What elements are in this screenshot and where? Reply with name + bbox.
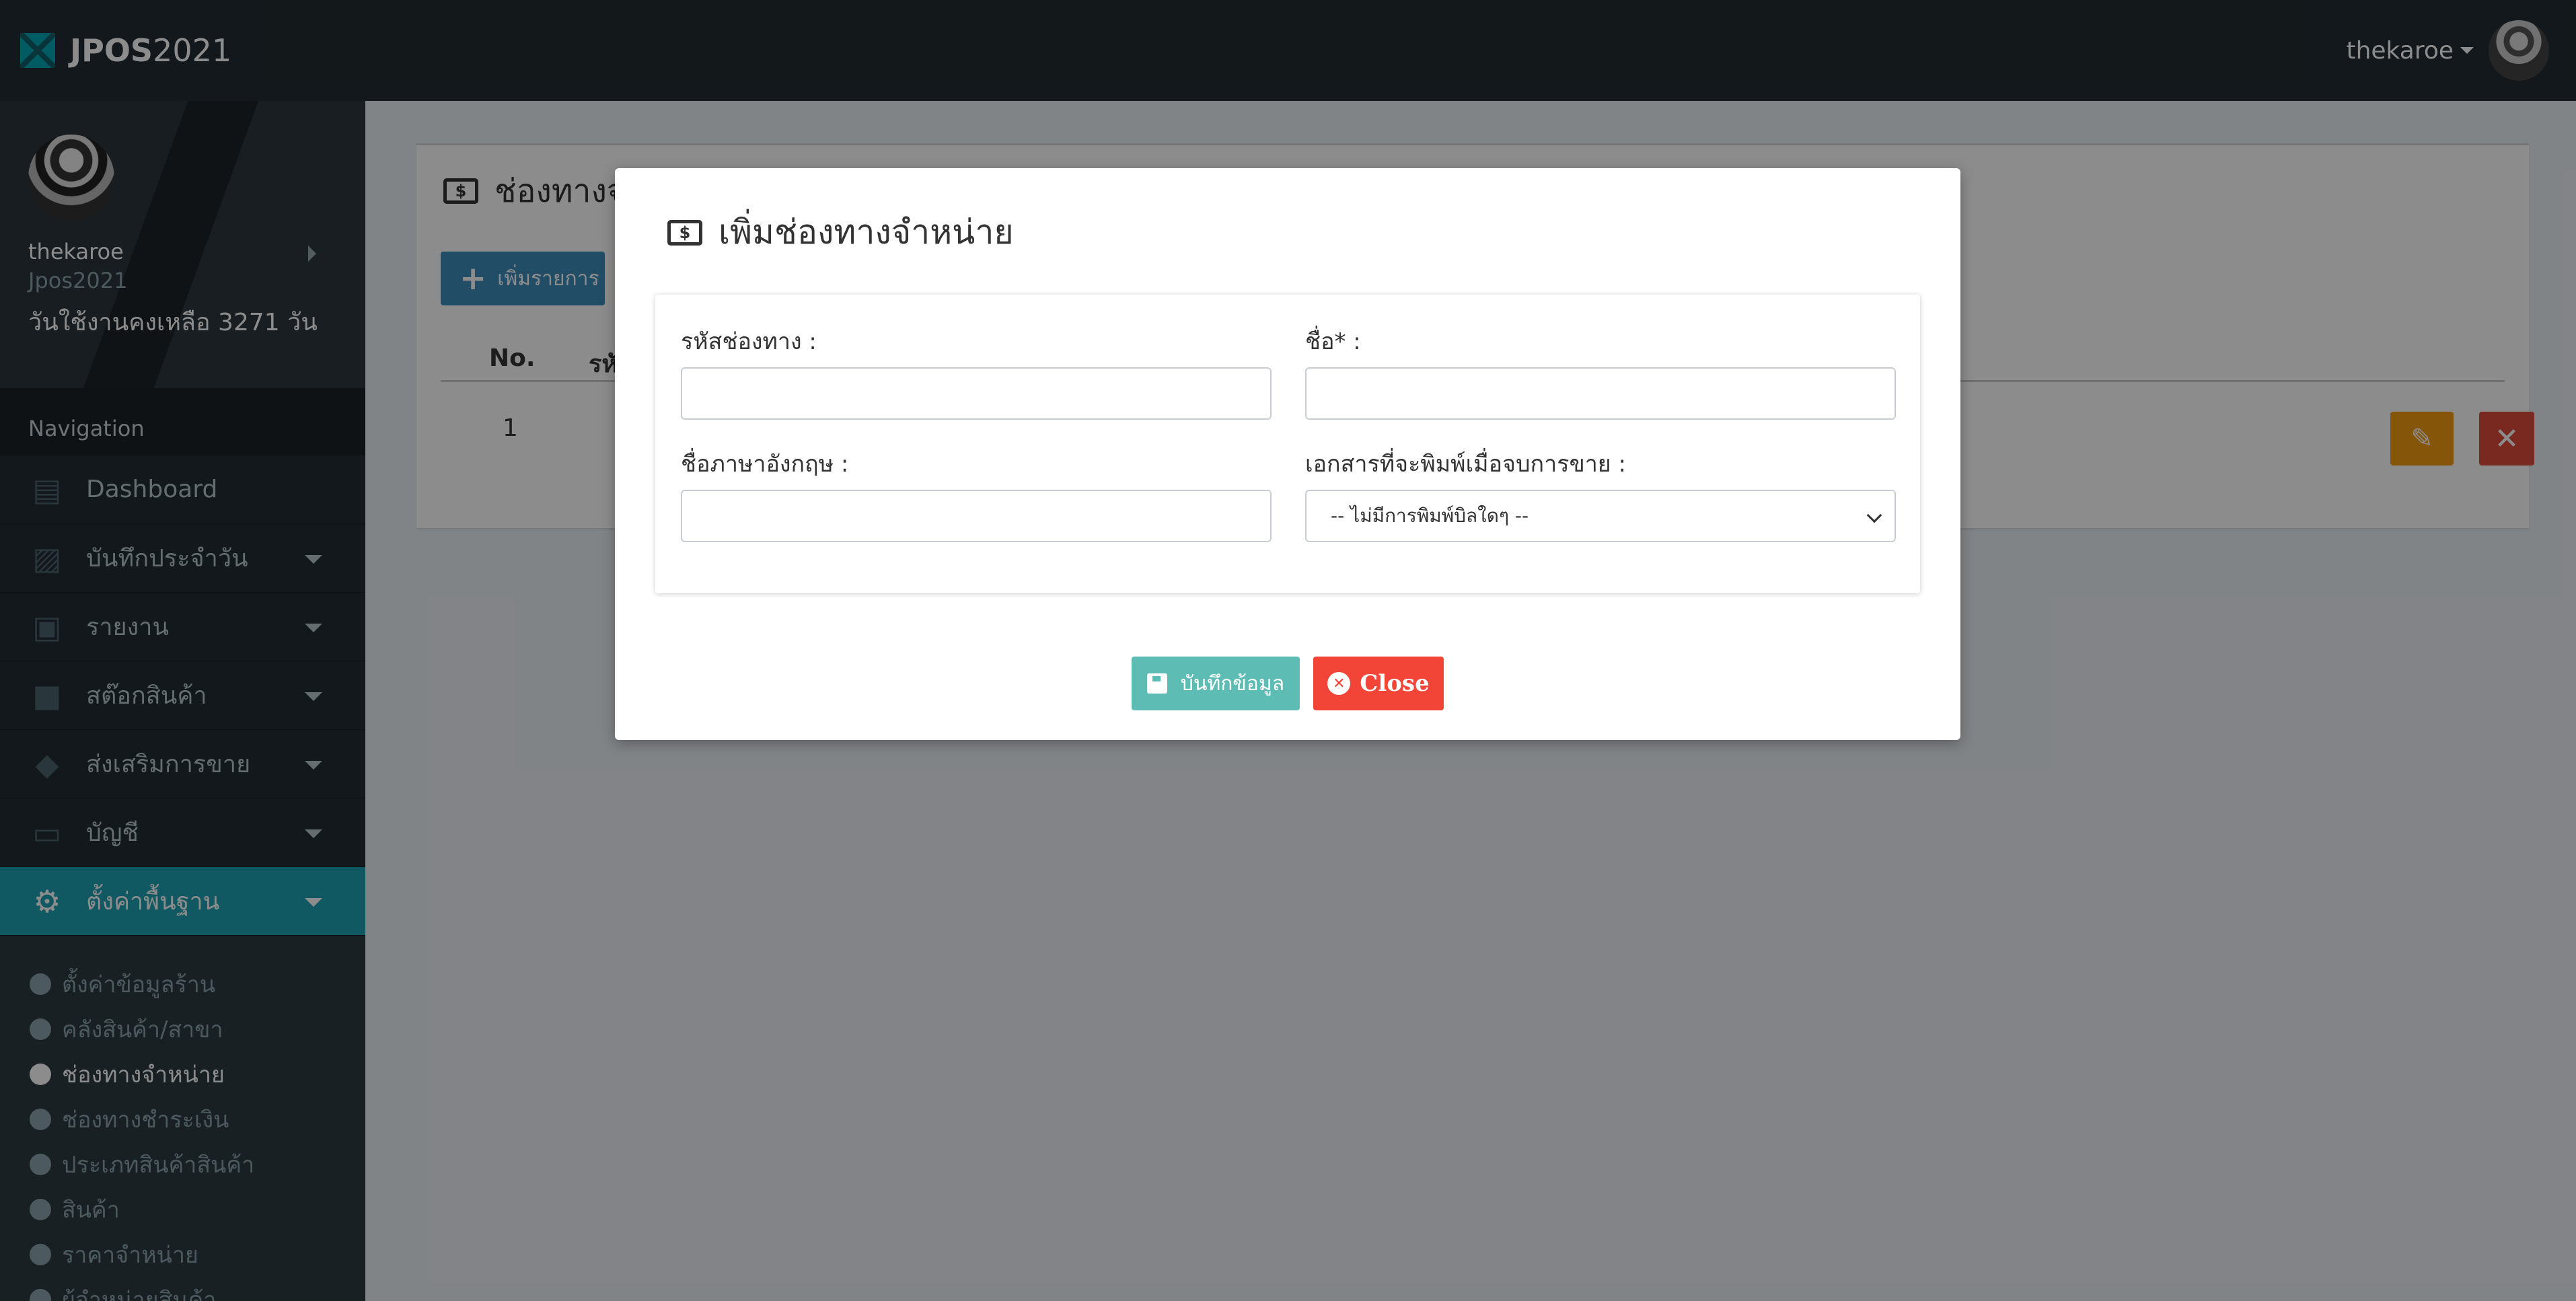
add-channel-modal: $ เพิ่มช่องทางจำหน่าย รหัสช่องทาง : ชื่อ… — [615, 168, 1960, 740]
name-en-input[interactable] — [681, 490, 1272, 542]
print-doc-selected: -- ไม่มีการพิมพ์บิลใดๆ -- — [1331, 505, 1529, 527]
name-en-label: ชื่อภาษาอังกฤษ : — [681, 451, 849, 478]
chevron-down-icon — [1866, 507, 1882, 523]
save-button[interactable]: บันทึกข้อมูล — [1132, 657, 1300, 710]
code-input[interactable] — [681, 367, 1272, 420]
save-icon — [1146, 673, 1167, 694]
print-doc-label: เอกสารที่จะพิมพ์เมื่อจบการขาย : — [1305, 451, 1626, 478]
code-label: รหัสช่องทาง : — [681, 328, 817, 355]
modal-form: รหัสช่องทาง : ชื่อ* : ชื่อภาษาอังกฤษ : เ… — [655, 295, 1920, 593]
close-button[interactable]: ✕ Close — [1313, 657, 1444, 710]
close-icon: ✕ — [1327, 672, 1351, 695]
modal-title: $ เพิ่มช่องทางจำหน่าย — [667, 206, 1014, 259]
name-input[interactable] — [1305, 367, 1896, 420]
name-label: ชื่อ* : — [1305, 328, 1361, 355]
print-doc-select[interactable]: -- ไม่มีการพิมพ์บิลใดๆ -- — [1305, 490, 1896, 542]
money-icon: $ — [667, 219, 702, 246]
